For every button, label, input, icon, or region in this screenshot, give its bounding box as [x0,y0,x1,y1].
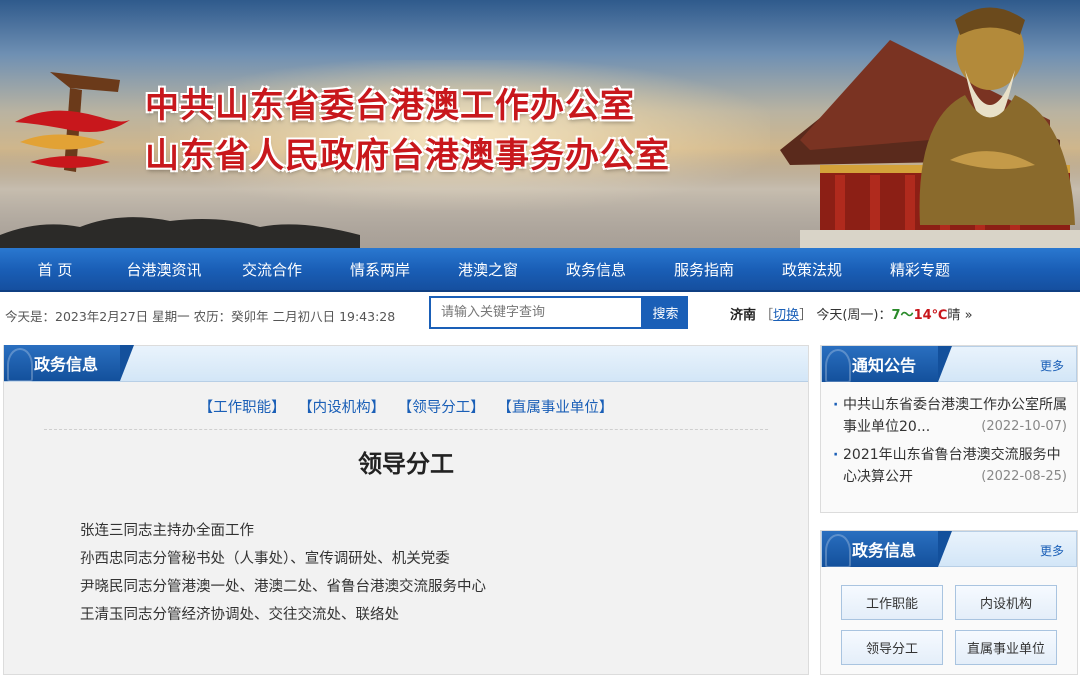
sub-nav: 【工作职能】 【内设机构】 【领导分工】 【直属事业单位】 [4,396,808,417]
gov-info-buttons: 工作职能 内设机构 领导分工 直属事业单位 [821,567,1077,665]
weather-high-temp: 14℃ [913,308,948,323]
list-item[interactable]: 中共山东省委台港澳工作办公室所属事业单位20... (2022-10-07) [833,394,1067,438]
nav-item-cross-strait[interactable]: 情系两岸 [326,248,434,290]
weather-city: 济南 [730,308,757,323]
weather-condition: 晴 [947,308,961,323]
main-section-title: 政务信息 [4,345,135,382]
gov-info-header: 政务信息 更多 [821,531,1077,568]
notice-header: 通知公告 更多 [821,346,1077,383]
nav-item-service-guide[interactable]: 服务指南 [650,248,758,290]
banner-title-line2: 山东省人民政府台港澳事务办公室 [145,136,670,176]
notice-date: (2022-08-25) [981,469,1067,484]
banner-hills [0,217,360,248]
weather-switch: ［切换］ [760,308,813,323]
notice-title: 通知公告 [822,346,953,383]
weather-low-temp: 7 [891,308,901,323]
notice-panel: 通知公告 更多 中共山东省委台港澳工作办公室所属事业单位20... (2022-… [820,345,1078,513]
notice-list: 中共山东省委台港澳工作办公室所属事业单位20... (2022-10-07) 2… [821,382,1077,488]
notice-more-link[interactable]: 更多 [1040,357,1064,374]
paragraph: 孙西忠同志分管秘书处（人事处）、宣传调研处、机关党委 [80,551,450,567]
main-panel: 政务信息 【工作职能】 【内设机构】 【领导分工】 【直属事业单位】 领导分工 … [3,345,809,675]
nav-item-home[interactable]: 首 页 [0,248,110,290]
nav-item-hk-macao[interactable]: 港澳之窗 [434,248,542,290]
nav-item-gov-info[interactable]: 政务信息 [542,248,650,290]
nav-item-exchange[interactable]: 交流合作 [218,248,326,290]
work-functions-button[interactable]: 工作职能 [841,585,943,620]
banner-title-line1: 中共山东省委台港澳工作办公室 [145,86,635,126]
paragraph: 王清玉同志分管经济协调处、交往交流处、联络处 [80,607,399,623]
nav-item-topics[interactable]: 精彩专题 [866,248,974,290]
gov-info-more-link[interactable]: 更多 [1040,542,1064,559]
weather-widget: 济南 ［切换］ 今天(周一)：7～14℃晴 » [730,304,973,323]
subnav-work-functions[interactable]: 【工作职能】 [199,400,286,416]
confucius-statue-image [919,7,1075,225]
weather-switch-link[interactable]: 切换 [773,308,799,323]
info-bar: 今天是：2023年2月27日 星期一 农历：癸卯年 二月初八日 19:43:28… [0,292,1080,336]
weather-temp-separator: ～ [900,308,914,323]
subnav-affiliated-units[interactable]: 【直属事业单位】 [497,400,613,416]
page-title: 领导分工 [358,450,454,478]
search-button[interactable]: 搜索 [643,296,688,329]
main-section-header: 政务信息 [4,345,808,382]
current-date: 今天是：2023年2月27日 星期一 农历：癸卯年 二月初八日 19:43:28 [5,309,396,324]
gov-info-title: 政务信息 [822,531,953,568]
nav-item-policy[interactable]: 政策法规 [758,248,866,290]
site-logo [15,72,130,172]
subnav-internal-departments[interactable]: 【内设机构】 [298,400,385,416]
paragraph: 张连三同志主持办全面工作 [80,523,254,539]
site-banner: 中共山东省委台港澳工作办公室 山东省人民政府台港澳事务办公室 [0,0,1080,248]
gov-info-panel: 政务信息 更多 工作职能 内设机构 领导分工 直属事业单位 [820,530,1078,675]
subnav-leadership-division[interactable]: 【领导分工】 [398,400,485,416]
internal-departments-button[interactable]: 内设机构 [955,585,1057,620]
leadership-division-button[interactable]: 领导分工 [841,630,943,665]
weather-more-arrow-icon[interactable]: » [965,308,973,323]
affiliated-units-button[interactable]: 直属事业单位 [955,630,1057,665]
weather-today-label: 今天(周一)： [816,308,892,323]
search-input[interactable] [429,296,643,329]
divider [44,429,768,430]
main-nav: 首 页 台港澳资讯 交流合作 情系两岸 港澳之窗 政务信息 服务指南 政策法规 … [0,248,1080,292]
article-content: 张连三同志主持办全面工作 孙西忠同志分管秘书处（人事处）、宣传调研处、机关党委 … [4,517,808,629]
paragraph: 尹晓民同志分管港澳一处、港澳二处、省鲁台港澳交流服务中心 [80,579,486,595]
nav-item-news[interactable]: 台港澳资讯 [110,248,218,290]
list-item[interactable]: 2021年山东省鲁台港澳交流服务中心决算公开 (2022-08-25) [833,444,1067,488]
notice-date: (2022-10-07) [981,419,1067,434]
